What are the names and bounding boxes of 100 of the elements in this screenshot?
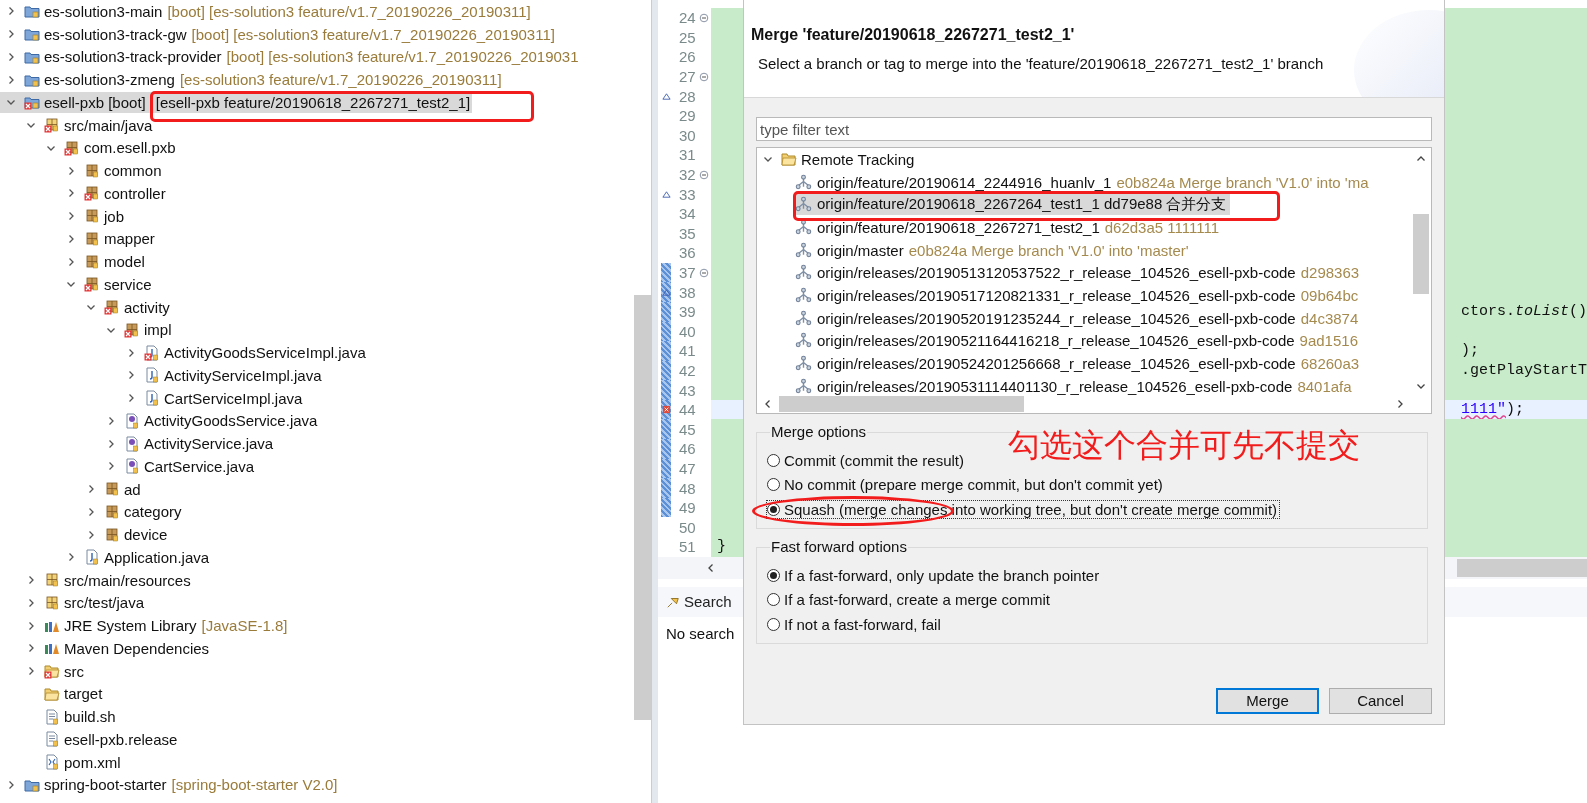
line-number: 34: [678, 205, 697, 223]
collapse-icon[interactable]: [698, 12, 709, 23]
tree-item[interactable]: JRE System Library [JavaSE-1.8]: [0, 615, 290, 637]
chevron-icon[interactable]: [106, 461, 116, 472]
radio-option[interactable]: If a fast-forward, create a merge commit: [767, 591, 1052, 609]
tree-item[interactable]: ActivityService.java: [0, 433, 276, 455]
tree-item[interactable]: service: [0, 273, 154, 295]
chevron-icon[interactable]: [86, 529, 96, 540]
tree-item[interactable]: es-solution3-track-provider [boot] [es-solution3 feature/v1.7_20190226_2019031: [0, 46, 581, 68]
tree-item[interactable]: spring-boot-starter [spring-boot-starter V2.0]: [0, 774, 340, 796]
tree-item[interactable]: CartServiceImpl.java: [0, 387, 305, 409]
tree-item[interactable]: target: [0, 683, 105, 705]
scroll-left-icon[interactable]: [763, 399, 773, 409]
chevron-icon[interactable]: [26, 620, 36, 631]
chevron-icon[interactable]: [86, 484, 96, 495]
chevron-icon[interactable]: [6, 29, 16, 40]
branch-item[interactable]: origin/releases/20190517120821331_r_release_104526_esell-pxb-code 09b64bc: [795, 284, 1363, 306]
tree-item[interactable]: es-solution3-main [boot] [es-solution3 feature/v1.7_20190226_20190311]: [0, 0, 533, 22]
tree-item[interactable]: es-solution3-track-gw [boot] [es-solution3 feature/v1.7_20190226_20190311]: [0, 23, 557, 45]
tree-item[interactable]: common: [0, 160, 164, 182]
branch-item[interactable]: origin/releases/20190531114401130_r_release_104526_esell-pxb-code 8401afa: [795, 375, 1356, 395]
radio-option[interactable]: If not a fast-forward, fail: [767, 615, 943, 633]
code-text: ctors.toList(): [1460, 303, 1587, 321]
scroll-right-icon[interactable]: [1395, 399, 1405, 409]
line-number: 46: [678, 440, 697, 458]
chevron-icon[interactable]: [6, 74, 16, 85]
chevron-icon[interactable]: [66, 188, 76, 199]
radio-option[interactable]: Commit (commit the result): [767, 451, 967, 469]
tree-item[interactable]: Maven Dependencies: [0, 637, 212, 659]
radio-option[interactable]: Squash (merge changes into working tree, but don't create merge commit): [767, 501, 1280, 518]
merge-button[interactable]: Merge: [1216, 687, 1319, 714]
tree-item[interactable]: activity: [0, 296, 172, 318]
tree-item[interactable]: ad: [0, 478, 143, 500]
filter-field[interactable]: type filter text: [756, 117, 1432, 141]
chevron-icon[interactable]: [66, 165, 76, 176]
branch-item[interactable]: origin/master e0b824a Merge branch 'V1.0' into 'master': [795, 239, 1193, 261]
chevron-icon[interactable]: [26, 666, 36, 677]
chevron-icon[interactable]: [6, 6, 16, 17]
branch-item[interactable]: origin/feature/20190618_2267264_test1_1 dd79e88 合并分支: [795, 194, 1231, 216]
chevron-icon[interactable]: [126, 393, 136, 404]
scrollbar[interactable]: [1457, 558, 1587, 577]
tree-item[interactable]: device: [0, 524, 170, 546]
line-number: 32: [678, 166, 697, 184]
line-number: 36: [678, 244, 697, 262]
scrollbar[interactable]: [779, 396, 1024, 412]
tree-item[interactable]: src/test/java: [0, 592, 147, 614]
chevron-icon[interactable]: [66, 211, 76, 222]
tree-item[interactable]: CartService.java: [0, 455, 257, 477]
tree-item[interactable]: impl: [0, 319, 174, 341]
chevron-icon[interactable]: [106, 438, 116, 449]
chevron-icon[interactable]: [26, 643, 36, 654]
search-tab[interactable]: Search: [657, 586, 740, 617]
chevron-icon[interactable]: [6, 779, 16, 790]
tree-item[interactable]: esell-pxb.release: [0, 728, 180, 750]
chevron-icon[interactable]: [66, 552, 76, 563]
branch-item[interactable]: origin/releases/20190521164416218_r_release_104526_esell-pxb-code 9ad1516: [795, 330, 1362, 352]
radio-option[interactable]: If a fast-forward, only update the branch pointer: [767, 566, 1102, 584]
tree-item[interactable]: ActivityServiceImpl.java: [0, 364, 324, 386]
tree-item[interactable]: ActivityGoodsService.java: [0, 410, 320, 432]
cancel-button[interactable]: Cancel: [1329, 687, 1432, 714]
tree-item[interactable]: build.sh: [0, 706, 118, 728]
branch-item[interactable]: origin/feature/20190618_2267271_test2_1 d62d3a5 1111111: [795, 216, 1224, 238]
tree-item[interactable]: mapper: [0, 228, 157, 250]
tree-item[interactable]: src/main/java: [0, 114, 155, 136]
chevron-icon[interactable]: [66, 256, 76, 267]
chevron-icon[interactable]: [66, 233, 76, 244]
tree-item[interactable]: ActivityGoodsServiceImpl.java: [0, 342, 368, 364]
line-number: 24: [678, 9, 697, 27]
tree-item[interactable]: src/main/resources: [0, 569, 193, 591]
line-number: 30: [678, 126, 697, 144]
branch-item[interactable]: origin/releases/20190513120537522_r_release_104526_esell-pxb-code d298363: [795, 262, 1364, 284]
scrollbar[interactable]: [1413, 214, 1429, 294]
tree-item[interactable]: model: [0, 251, 147, 273]
tree-item[interactable]: pom.xml: [0, 751, 123, 773]
tree-item[interactable]: category: [0, 501, 184, 523]
line-number: 45: [678, 420, 697, 438]
tree-item[interactable]: Remote Tracking: [801, 150, 915, 168]
branch-item[interactable]: origin/releases/20190520191235244_r_release_104526_esell-pxb-code d4c3874: [795, 307, 1363, 329]
scroll-down-icon[interactable]: [1416, 381, 1426, 391]
collapse-icon[interactable]: [698, 71, 709, 82]
tree-item[interactable]: Application.java: [0, 546, 212, 568]
chevron-icon[interactable]: [106, 415, 116, 426]
chevron-icon[interactable]: [26, 575, 36, 586]
branch-item[interactable]: origin/feature/20190614_2244916_huanlv_1 e0b824a Merge branch 'V1.0' into 'ma: [795, 171, 1373, 193]
radio-option[interactable]: No commit (prepare merge commit, but don't commit yet): [767, 476, 1165, 494]
branch-item[interactable]: origin/releases/20190524201256668_r_release_104526_esell-pxb-code 68260a3: [795, 353, 1364, 375]
chevron-icon[interactable]: [126, 347, 136, 358]
chevron-icon[interactable]: [126, 370, 136, 381]
chevron-icon[interactable]: [86, 506, 96, 517]
triangle-icon: [661, 189, 671, 199]
scrollbar[interactable]: [634, 295, 651, 720]
tree-item[interactable]: job: [0, 205, 127, 227]
collapse-icon[interactable]: [698, 267, 709, 278]
tree-item[interactable]: src: [0, 660, 86, 682]
chevron-icon[interactable]: [26, 597, 36, 608]
collapse-icon[interactable]: [698, 169, 709, 180]
chevron-icon[interactable]: [6, 51, 16, 62]
tree-item[interactable]: es-solution3-zmeng [es-solution3 feature/v1.7_20190226_20190311]: [0, 69, 504, 91]
tree-item[interactable]: controller: [0, 182, 168, 204]
tree-item[interactable]: com.esell.pxb: [0, 137, 178, 159]
